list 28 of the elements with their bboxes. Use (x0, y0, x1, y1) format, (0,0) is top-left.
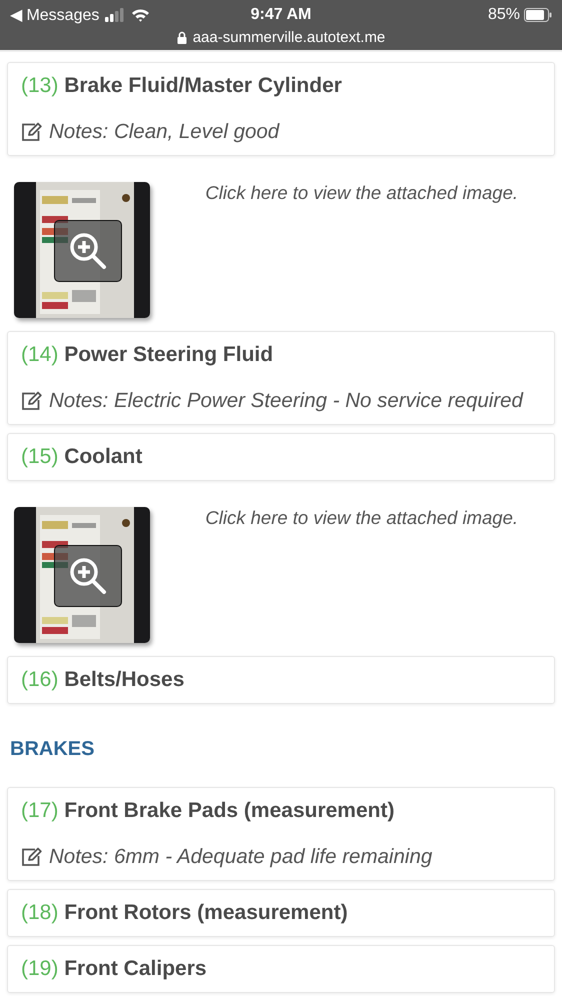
zoom-in-icon (68, 231, 108, 271)
zoom-button[interactable] (54, 545, 122, 607)
notes-text: Notes: Electric Power Steering - No service required (49, 389, 523, 413)
item-title: (16) Belts/Hoses (21, 668, 186, 692)
zoom-in-icon (68, 556, 108, 596)
edit-icon (21, 122, 43, 142)
notes-text: Notes: 6mm - Adequate pad life remaining (49, 845, 432, 869)
attachment-link[interactable]: Click here to view the attached image. (205, 182, 518, 318)
notes-text: Notes: Clean, Level good (49, 120, 280, 144)
section-heading: BRAKES (10, 738, 96, 761)
item-title: (13) Brake Fluid/Master Cylinder (21, 74, 343, 98)
back-link[interactable]: ◀ Messages (10, 5, 100, 25)
battery-icon (524, 8, 552, 22)
signal-icon (105, 8, 126, 22)
clock-time: 9:47 AM (250, 6, 312, 24)
item-title: (18) Front Rotors (measurement) (21, 901, 349, 925)
lock-icon (176, 31, 187, 44)
zoom-button[interactable] (54, 220, 122, 282)
edit-icon (21, 847, 43, 867)
attachment-link[interactable]: Click here to view the attached image. (205, 507, 518, 643)
item-title: (17) Front Brake Pads (measurement) (21, 799, 396, 823)
url-text[interactable]: aaa-summerville.autotext.me (192, 29, 386, 46)
edit-icon (21, 391, 43, 411)
item-title: (14) Power Steering Fluid (21, 343, 274, 367)
item-title: (15) Coolant (21, 445, 144, 469)
item-title: (19) Front Calipers (21, 957, 208, 981)
battery-percent: 85% (488, 6, 520, 24)
wifi-icon (131, 8, 150, 22)
